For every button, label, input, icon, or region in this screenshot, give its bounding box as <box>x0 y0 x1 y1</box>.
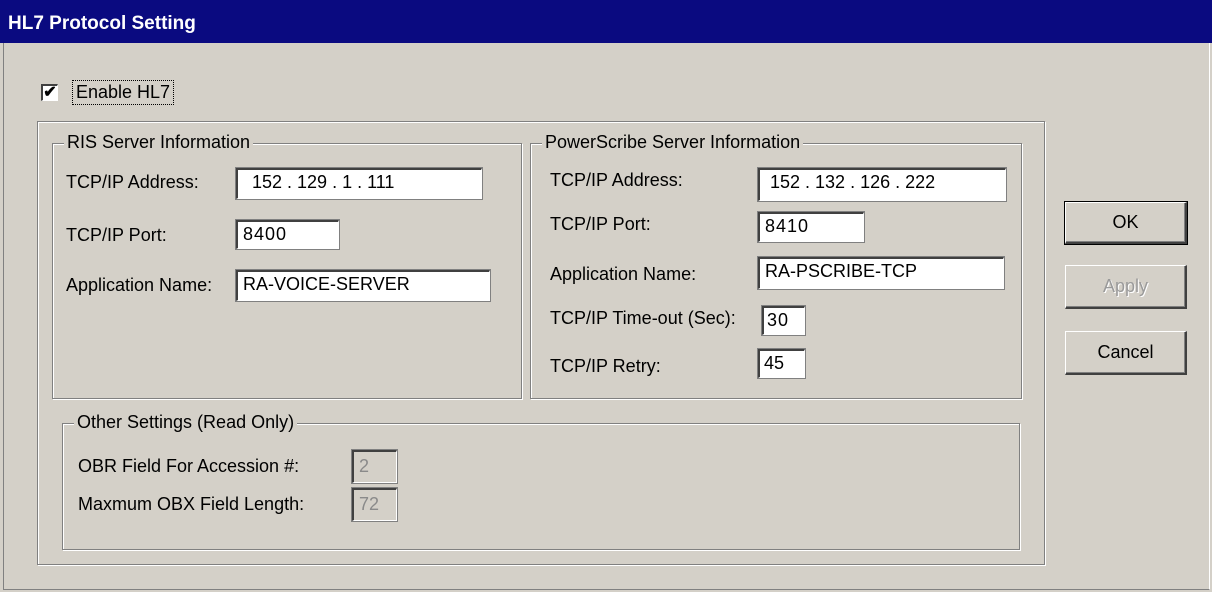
other-settings-group <box>62 423 1020 550</box>
ps-app-label: Application Name: <box>550 264 697 284</box>
ris-app-input[interactable]: RA-VOICE-SERVER <box>235 269 491 302</box>
ris-group-legend: RIS Server Information <box>64 132 254 153</box>
obx-length-input: 72 <box>351 487 398 522</box>
other-settings-legend: Other Settings (Read Only) <box>74 412 298 433</box>
powerscribe-group-legend: PowerScribe Server Information <box>542 132 804 153</box>
obx-length-label: Maxmum OBX Field Length: <box>78 494 305 514</box>
apply-button[interactable]: Apply <box>1065 265 1187 309</box>
obr-field-label: OBR Field For Accession #: <box>78 456 300 476</box>
ps-retry-label: TCP/IP Retry: <box>550 356 661 376</box>
ps-retry-input[interactable]: 45 <box>757 348 806 379</box>
cancel-button-label: Cancel <box>1097 342 1154 362</box>
ps-ip-input[interactable]: 152 . 132 . 126 . 222 <box>757 167 1007 202</box>
ris-ip-label: TCP/IP Address: <box>66 172 199 192</box>
apply-button-label: Apply <box>1102 276 1149 296</box>
ok-button-label: OK <box>1112 212 1139 232</box>
ps-ip-label: TCP/IP Address: <box>550 170 683 190</box>
ps-timeout-input[interactable]: 30 <box>761 305 806 336</box>
ps-timeout-label: TCP/IP Time-out (Sec): <box>550 308 736 328</box>
ps-app-input[interactable]: RA-PSCRIBE-TCP <box>757 256 1005 290</box>
ps-port-input[interactable]: 8410 <box>757 211 865 243</box>
enable-hl7-checkbox[interactable]: ✔ <box>41 84 58 101</box>
ps-port-label: TCP/IP Port: <box>550 214 651 234</box>
ris-port-input[interactable]: 8400 <box>235 219 340 250</box>
ris-port-label: TCP/IP Port: <box>66 225 167 245</box>
window-title: HL7 Protocol Setting <box>8 13 196 34</box>
cancel-button[interactable]: Cancel <box>1065 331 1187 375</box>
ok-button[interactable]: OK <box>1064 201 1188 245</box>
title-bar: HL7 Protocol Setting <box>0 0 1212 43</box>
ris-ip-input[interactable]: 152 . 129 . 1 . 111 <box>235 167 483 200</box>
obr-field-input: 2 <box>351 449 398 484</box>
ris-app-label: Application Name: <box>66 275 213 295</box>
enable-hl7-label[interactable]: Enable HL7 <box>72 80 175 105</box>
checkmark-icon: ✔ <box>43 84 57 101</box>
